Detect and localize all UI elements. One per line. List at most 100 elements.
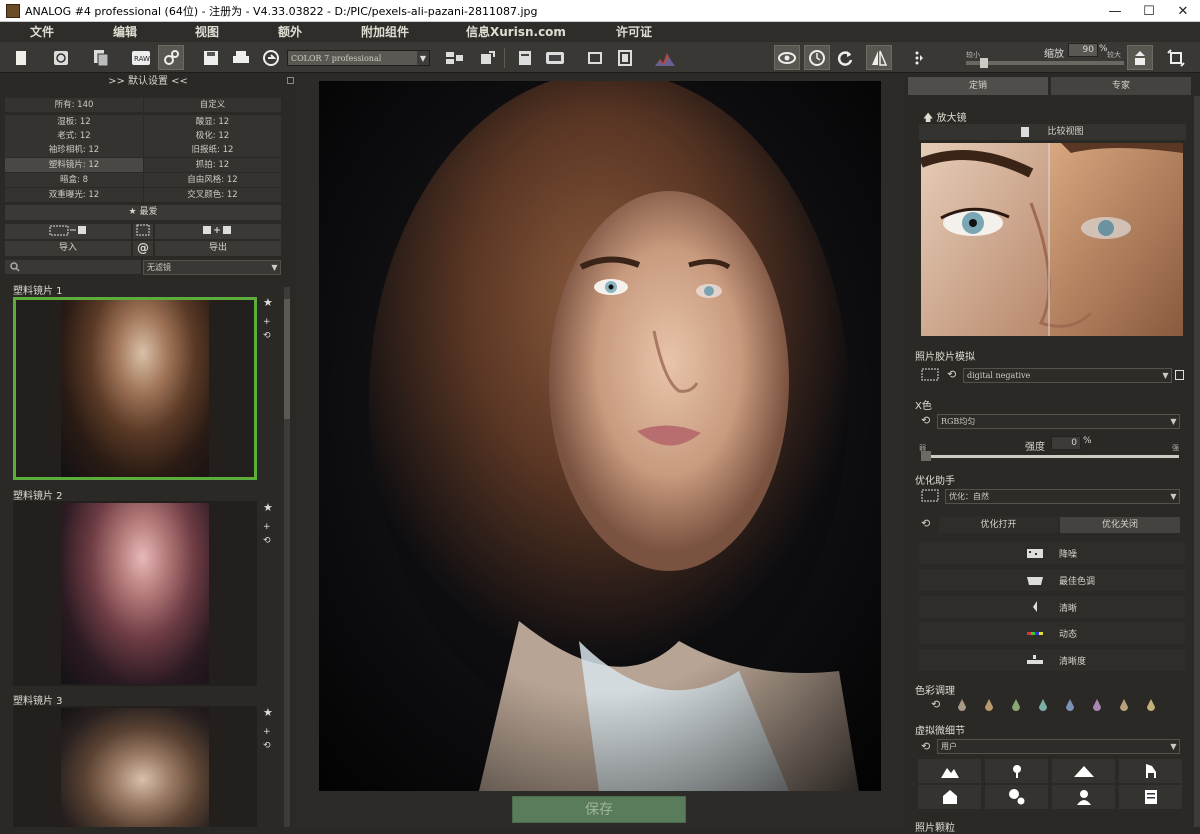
export-grid-icon[interactable]	[155, 224, 281, 239]
refresh-icon[interactable]: ⟲	[263, 331, 271, 341]
share-icon[interactable]	[258, 45, 284, 70]
refresh-icon[interactable]: ⟲	[931, 698, 940, 711]
menu-addons[interactable]: 附加组件	[361, 22, 409, 42]
raw-icon[interactable]: RAW	[128, 45, 154, 70]
building-icon[interactable]	[918, 785, 981, 809]
import-button[interactable]: 导入	[5, 241, 131, 256]
menu-file[interactable]: 文件	[30, 22, 54, 42]
rgb-combo[interactable]: RGB均匀 ▼	[937, 414, 1180, 429]
pin-icon[interactable]	[287, 77, 294, 84]
new-icon[interactable]	[8, 45, 34, 70]
tab-expert[interactable]: 专家	[1051, 77, 1191, 95]
right-scrollbar[interactable]	[1194, 96, 1200, 827]
menu-license[interactable]: 许可证	[616, 22, 652, 42]
refresh-icon[interactable]: ⟲	[263, 536, 271, 546]
menu-extra[interactable]: 额外	[278, 22, 302, 42]
search-input[interactable]	[5, 260, 141, 274]
zoom-value-field[interactable]: 90	[1068, 43, 1098, 57]
category-item[interactable]: 湿板: 12	[5, 115, 143, 129]
category-item[interactable]: 自由风格: 12	[144, 173, 281, 187]
tab-basic[interactable]: 定销	[908, 77, 1048, 95]
dynamic-button[interactable]: 动态	[919, 622, 1185, 644]
refresh-icon[interactable]: ⟲	[921, 740, 930, 753]
copy-icon[interactable]	[88, 45, 114, 70]
refresh-icon[interactable]: ⟲	[263, 741, 271, 751]
horse-icon[interactable]	[1119, 759, 1182, 783]
strength-slider[interactable]	[921, 455, 1179, 458]
settings-gear-icon[interactable]	[158, 45, 184, 70]
strength-value-field[interactable]: 0	[1051, 436, 1081, 450]
import-icon[interactable]	[5, 224, 131, 239]
sharpen-button[interactable]: 清晰	[919, 596, 1185, 618]
zoom-slider-thumb[interactable]	[980, 58, 988, 68]
minimize-button[interactable]: —	[1098, 0, 1132, 22]
maximize-button[interactable]: ☐	[1132, 0, 1166, 22]
filter-combo[interactable]: 无滤镜 ▼	[143, 260, 281, 275]
compare-view-button[interactable]: 比较视图	[919, 124, 1186, 140]
save-icon[interactable]	[198, 45, 224, 70]
optimize-grid-icon[interactable]	[921, 489, 941, 503]
save-button[interactable]: 保存	[512, 796, 686, 823]
export-icon[interactable]	[474, 45, 500, 70]
slideshow-icon[interactable]	[542, 45, 568, 70]
plus-icon[interactable]: +	[263, 727, 271, 737]
frame-icon[interactable]	[612, 45, 638, 70]
user-combo[interactable]: 用户 ▼	[937, 739, 1180, 754]
zoom-step-icon[interactable]	[1127, 45, 1153, 70]
strength-slider-thumb[interactable]	[921, 451, 931, 461]
magnifier-preview[interactable]	[921, 143, 1183, 336]
refresh-icon[interactable]: ⟲	[947, 368, 956, 381]
document-icon[interactable]	[512, 45, 538, 70]
category-item[interactable]: 交叉颜色: 12	[144, 188, 281, 202]
menu-edit[interactable]: 编辑	[113, 22, 137, 42]
histogram-icon[interactable]	[652, 45, 678, 70]
thumbnail-3[interactable]	[13, 706, 257, 827]
plus-icon[interactable]: +	[263, 522, 271, 532]
grid-icon[interactable]	[133, 224, 153, 239]
category-item[interactable]: 暗盒: 8	[5, 173, 143, 187]
compare-split-icon[interactable]	[866, 45, 892, 70]
preview-eye-icon[interactable]	[774, 45, 800, 70]
favorites-button[interactable]: ★ 最爱	[5, 205, 281, 220]
optimize-combo[interactable]: 优化：自然 ▼	[945, 489, 1180, 504]
best-tone-button[interactable]: 最佳色调	[919, 569, 1185, 591]
zoom-slider[interactable]	[966, 61, 1124, 65]
flower-icon[interactable]	[985, 759, 1048, 783]
timer-icon[interactable]	[804, 45, 830, 70]
film-grid-icon[interactable]	[921, 368, 941, 382]
menu-info[interactable]: 信息Xurisn.com	[466, 22, 566, 42]
crop-icon[interactable]	[582, 45, 608, 70]
category-all[interactable]: 所有: 140	[5, 98, 143, 112]
redo-icon[interactable]	[832, 45, 858, 70]
category-item[interactable]: 极化: 12	[144, 129, 281, 143]
category-item[interactable]: 双重曝光: 12	[5, 188, 143, 202]
mountain-icon[interactable]	[1052, 759, 1115, 783]
category-item[interactable]: 袖珍相机: 12	[5, 143, 143, 157]
color-drops[interactable]	[957, 698, 1177, 712]
rotate-crop-icon[interactable]	[1163, 45, 1189, 70]
star-icon[interactable]: ★	[263, 706, 273, 719]
category-item-selected[interactable]: 塑料镜片: 12	[5, 158, 143, 172]
thumbnail-scrollbar[interactable]	[284, 287, 290, 827]
refresh-icon[interactable]: ⟲	[921, 414, 930, 427]
film-edit-icon[interactable]	[1175, 370, 1184, 380]
landscape-icon[interactable]	[918, 759, 981, 783]
optimize-on-button[interactable]: 优化打开	[939, 517, 1058, 533]
scrollbar-thumb[interactable]	[284, 299, 290, 419]
person-icon[interactable]	[1052, 785, 1115, 809]
film-combo[interactable]: digital negative ▼	[963, 368, 1172, 383]
preset-combo[interactable]: COLOR 7 professional ▼	[287, 50, 430, 66]
email-at-button[interactable]: @	[133, 241, 153, 256]
category-item[interactable]: 酸显: 12	[144, 115, 281, 129]
document-icon[interactable]	[1119, 785, 1182, 809]
main-photo[interactable]	[319, 81, 881, 791]
export-button[interactable]: 导出	[155, 241, 281, 256]
category-custom[interactable]: 自定义	[144, 98, 281, 112]
close-button[interactable]: ✕	[1166, 0, 1200, 22]
layout-icon[interactable]	[442, 45, 468, 70]
category-item[interactable]: 旧报纸: 12	[144, 143, 281, 157]
star-icon[interactable]: ★	[263, 501, 273, 514]
optimize-off-button[interactable]: 优化关闭	[1060, 517, 1180, 533]
category-item[interactable]: 抓拍: 12	[144, 158, 281, 172]
preset-header[interactable]: >> 默认设置 <<	[0, 75, 296, 89]
